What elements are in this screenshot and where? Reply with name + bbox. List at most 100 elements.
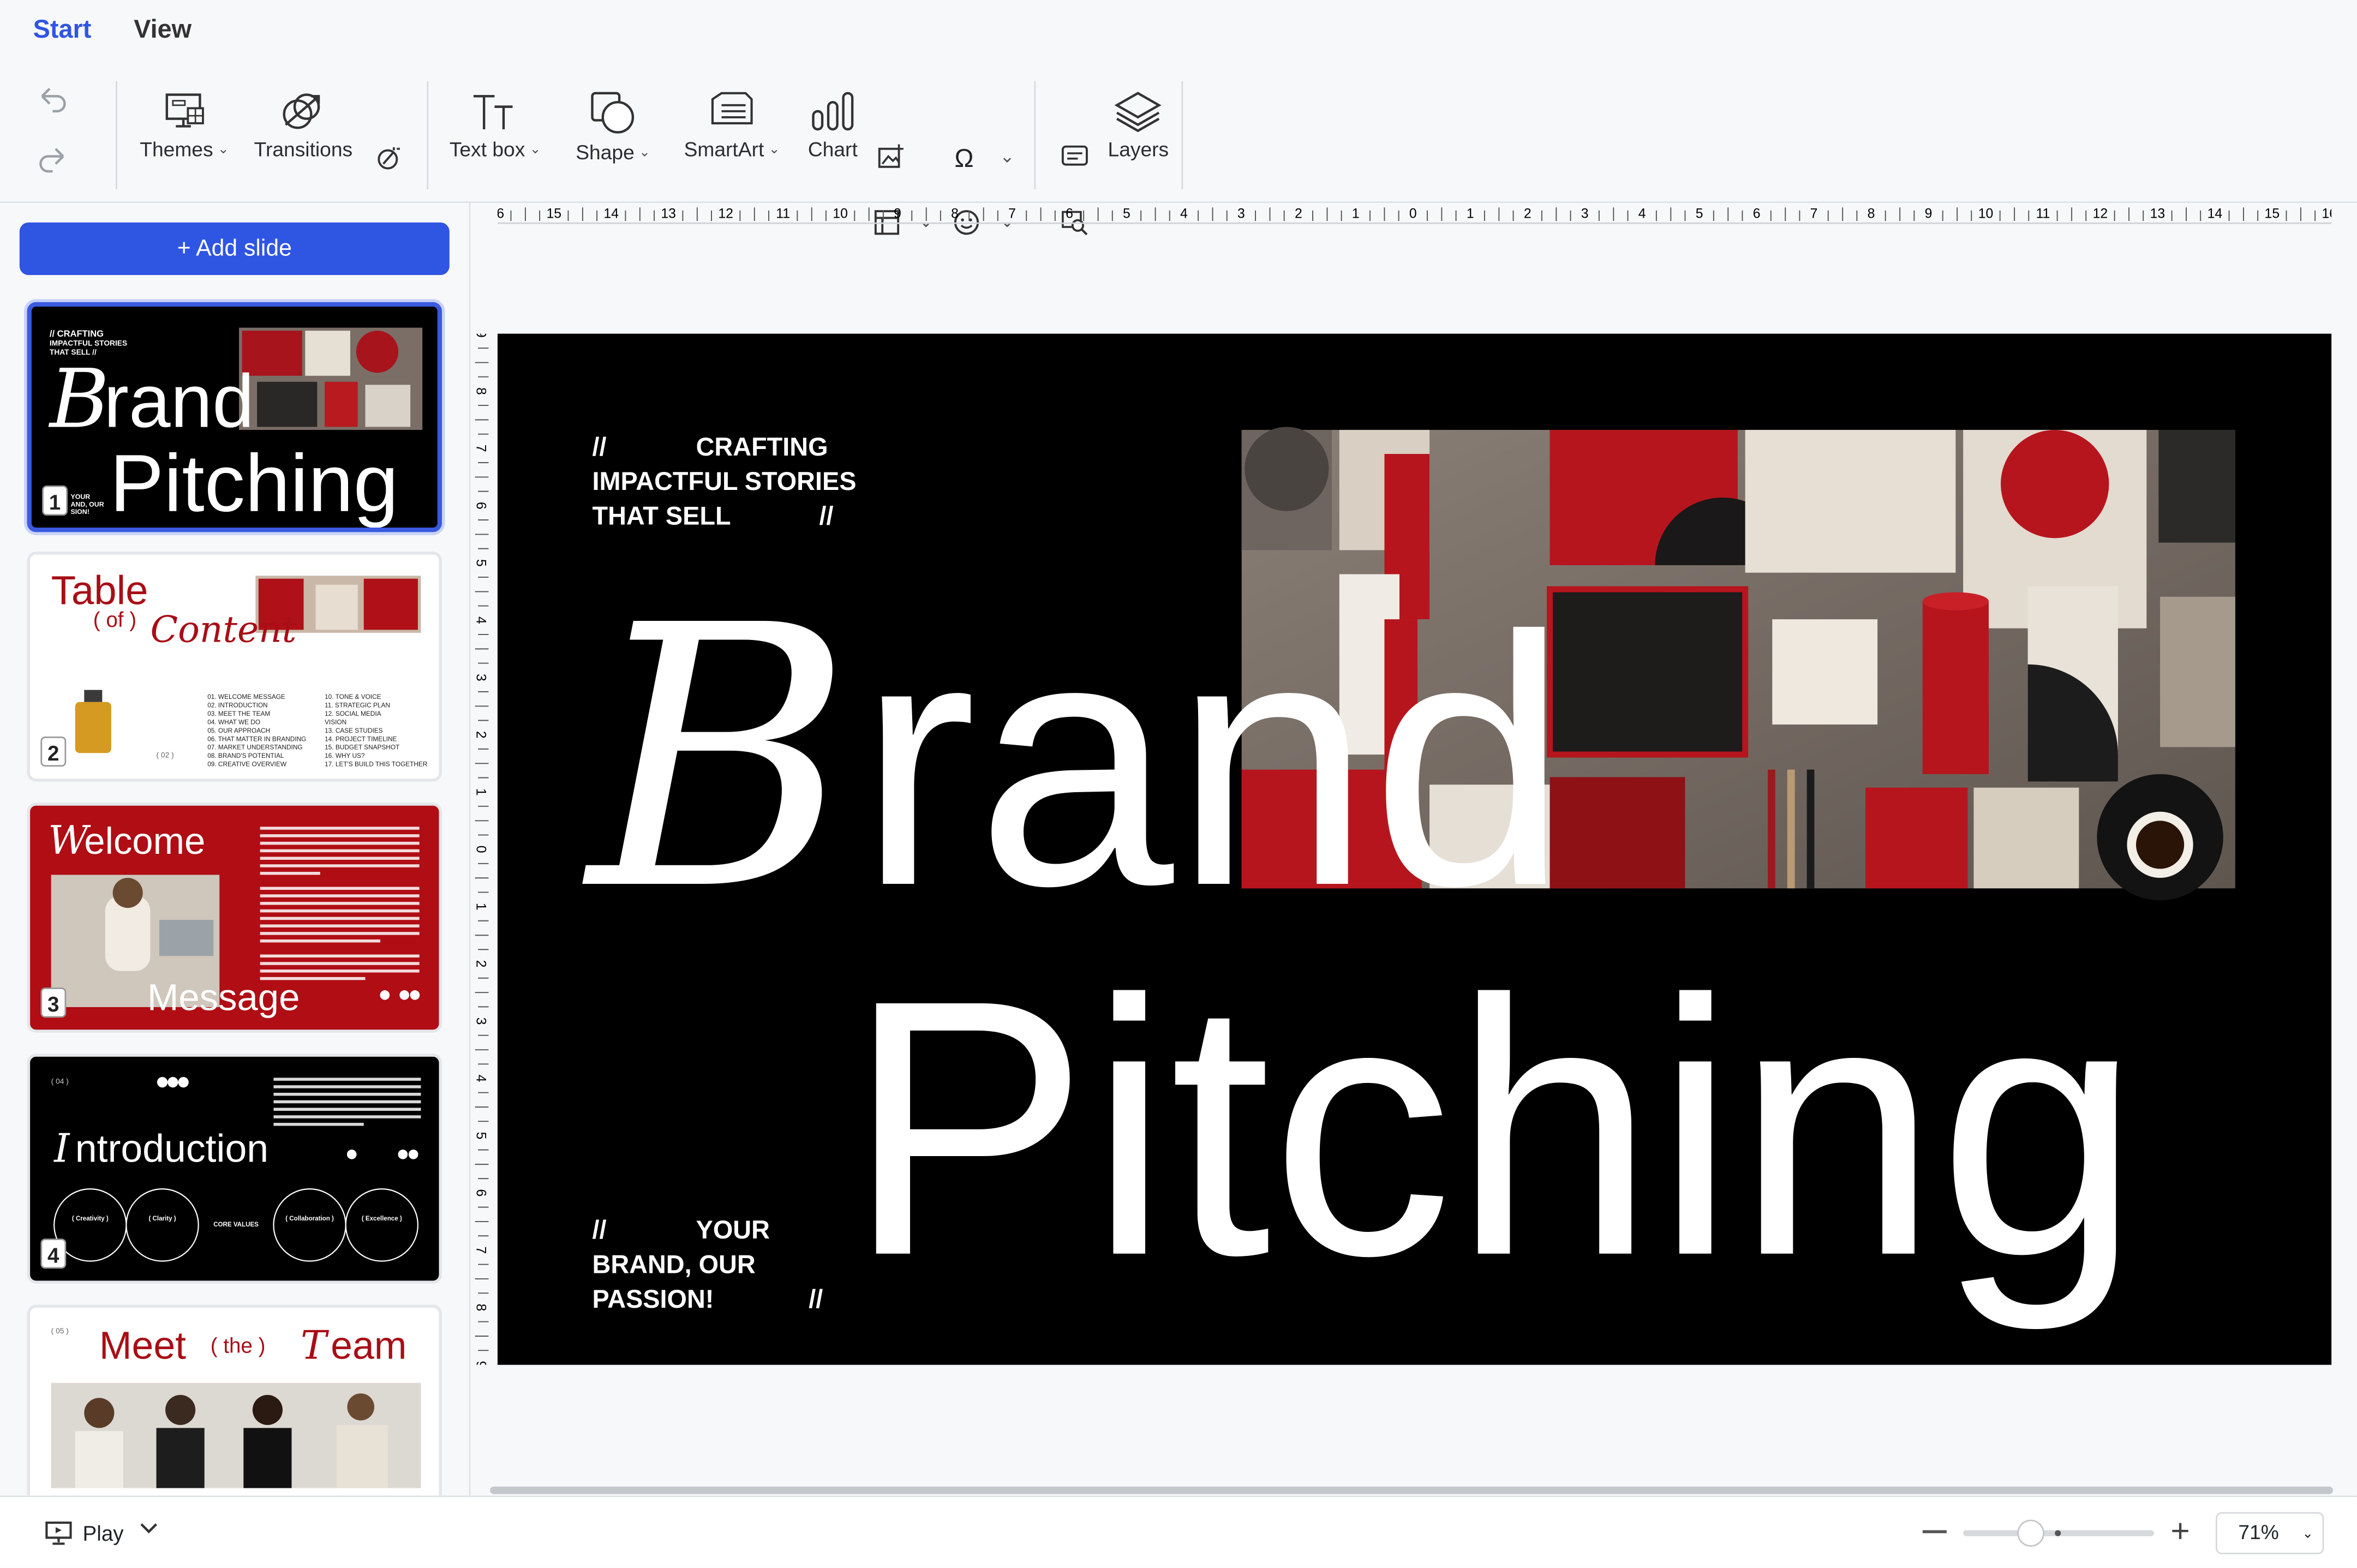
title-brand-initial: B [582,549,853,969]
slide-thumbnail-1[interactable]: // CRAFTING IMPACTFUL STORIES THAT SELL … [27,302,442,532]
ruler-label: 5 [1123,206,1130,221]
svg-text:T: T [301,1323,330,1368]
menu-start[interactable]: Start [33,15,92,45]
svg-text:ntroduction: ntroduction [75,1127,268,1171]
add-slide-button[interactable]: + Add slide [19,222,450,276]
chevron-down-icon[interactable]: ⌄ [1000,146,1015,167]
ruler-label: 15 [2265,206,2280,221]
svg-text:( 02 ): ( 02 ) [157,751,174,759]
smartart-label: SmartArt [684,138,764,161]
toc-item: 09. CREATIVE OVERVIEW [207,761,287,768]
caption-icon[interactable] [1061,144,1088,176]
toc-item: 01. WELCOME MESSAGE [207,693,285,701]
slide-thumbnail-5[interactable]: ( 05 ) Meet ( the ) T eam [27,1304,442,1496]
tagline-line-3: THAT SELL [593,502,731,530]
svg-text:I: I [53,1126,70,1171]
ruler-label: 9 [1925,206,1933,221]
play-label[interactable]: Play [83,1521,124,1545]
menu-bar: Start View [0,0,2357,60]
toc-item: 03. MEET THE TEAM [207,710,270,717]
toc-item: VISION [325,718,346,726]
ruler-label: 12 [718,206,733,221]
transitions-label: Transitions [254,138,353,161]
ruler-label: 6 [473,502,488,510]
horizontal-scrollbar[interactable] [490,1486,2333,1494]
zoom-value: 71% [2238,1521,2279,1544]
slide-canvas[interactable]: // CRAFTING IMPACTFUL STORIES THAT SELL … [497,333,2332,1365]
presentation-screen-icon[interactable] [45,1521,73,1553]
ruler-label: 3 [473,1018,488,1025]
chevron-down-icon: ⌄ [639,144,650,160]
ruler-label: 6 [1066,206,1073,221]
tagline-slash-left: // [593,433,607,461]
ruler-label: 4 [1180,206,1188,221]
transitions-button[interactable]: Transitions [254,90,353,161]
ruler-label: 6 [473,1189,488,1197]
text-icon [474,95,513,129]
zoom-slider-thumb[interactable] [2017,1519,2044,1547]
title-pitching: Pitching [846,925,2140,1333]
slide-thumbnail-2[interactable]: Table ( of ) Content ( 02 ) 01. WELCOME … [27,552,442,782]
undo-icon[interactable] [36,84,69,122]
ruler-label: 4 [473,617,488,624]
tagline-slash-right: // [819,502,834,530]
textbox-label: Text box [449,138,525,161]
vertical-ruler: 9 8 7 6 5 4 3 2 1 0 1 2 3 4 5 6 7 8 9 [470,304,492,1380]
toc-item: 02. INTRODUCTION [207,702,267,709]
ruler-label: 11 [776,206,790,221]
image-add-icon[interactable] [878,143,905,177]
svg-text:( 04 ): ( 04 ) [51,1077,69,1085]
textbox-button[interactable]: Text box ⌄ [449,90,541,161]
ruler-label: 0 [473,846,488,853]
svg-text:rand: rand [104,359,254,443]
menu-view[interactable]: View [134,15,192,45]
chart-button[interactable]: Chart [807,90,858,161]
zoom-out-icon[interactable] [1922,1530,1947,1534]
slide-thumbnail-3[interactable]: W elcome Message 3 [27,803,442,1033]
layers-icon [1115,92,1162,133]
toc-item: 10. TONE & VOICE [325,693,381,701]
slide-1-content: // CRAFTING IMPACTFUL STORIES THAT SELL … [582,427,2235,1333]
shape-label: Shape [576,141,635,164]
tagline-bottom-line-2: BRAND, OUR [593,1250,756,1279]
ruler-label: 9 [473,1361,488,1364]
ruler-label: 7 [473,1247,488,1254]
layers-button[interactable]: Layers [1108,90,1169,161]
zoom-in-icon[interactable]: + [2170,1515,2190,1548]
slide-4-preview: ( 04 ) I ntroduction ( Creativity ) ( Cla… [51,1077,421,1262]
toc-item: 15. BUDGET SNAPSHOT [325,744,399,751]
core-value-label: ( Clarity ) [148,1216,176,1222]
chevron-down-icon[interactable] [138,1518,159,1544]
slide-thumbnail-4[interactable]: ( 04 ) I ntroduction ( Creativity ) ( Cla… [27,1054,442,1284]
sparkle-brush-icon[interactable] [374,144,402,178]
tagline-line-1: CRAFTING [696,433,828,461]
smartart-icon [711,92,753,124]
ruler-label: 8 [951,206,959,221]
zoom-slider-track[interactable] [1963,1519,2155,1547]
zoom-select[interactable]: 71% ⌄ [2216,1512,2324,1554]
chevron-down-icon: ⌄ [768,141,780,157]
ruler-label: 8 [473,387,488,395]
ruler-label: 7 [1810,206,1818,221]
toc-item: 16. WHY US? [325,752,365,759]
ruler-label: 12 [2093,206,2108,221]
slide-number: 2 [40,736,67,767]
omega-symbol-icon[interactable]: Ω [954,144,973,174]
ruler-label: 0 [1409,206,1417,221]
smartart-button[interactable]: SmartArt ⌄ [684,90,780,161]
themes-button[interactable]: Themes ⌄ [140,90,229,161]
ruler-label: 4 [1638,206,1646,221]
toc-item: 07. MARKET UNDERSTANDING [207,744,302,751]
tagline-bottom-line-1: YOUR [696,1216,770,1244]
chevron-down-icon: ⌄ [217,141,229,157]
ruler-label: 11 [2036,206,2050,221]
toc-item: 11. STRATEGIC PLAN [325,702,390,709]
svg-text:Meet: Meet [99,1324,186,1368]
ruler-label: 2 [473,731,488,739]
core-value-label: ( Creativity ) [72,1216,109,1222]
shape-button[interactable]: Shape ⌄ [576,90,650,164]
horizontal-ruler: 1615141312111098765432101234567891011121… [467,203,2344,224]
transitions-icon [282,93,320,129]
redo-icon[interactable] [36,144,69,182]
ruler-label: 1 [473,903,488,911]
